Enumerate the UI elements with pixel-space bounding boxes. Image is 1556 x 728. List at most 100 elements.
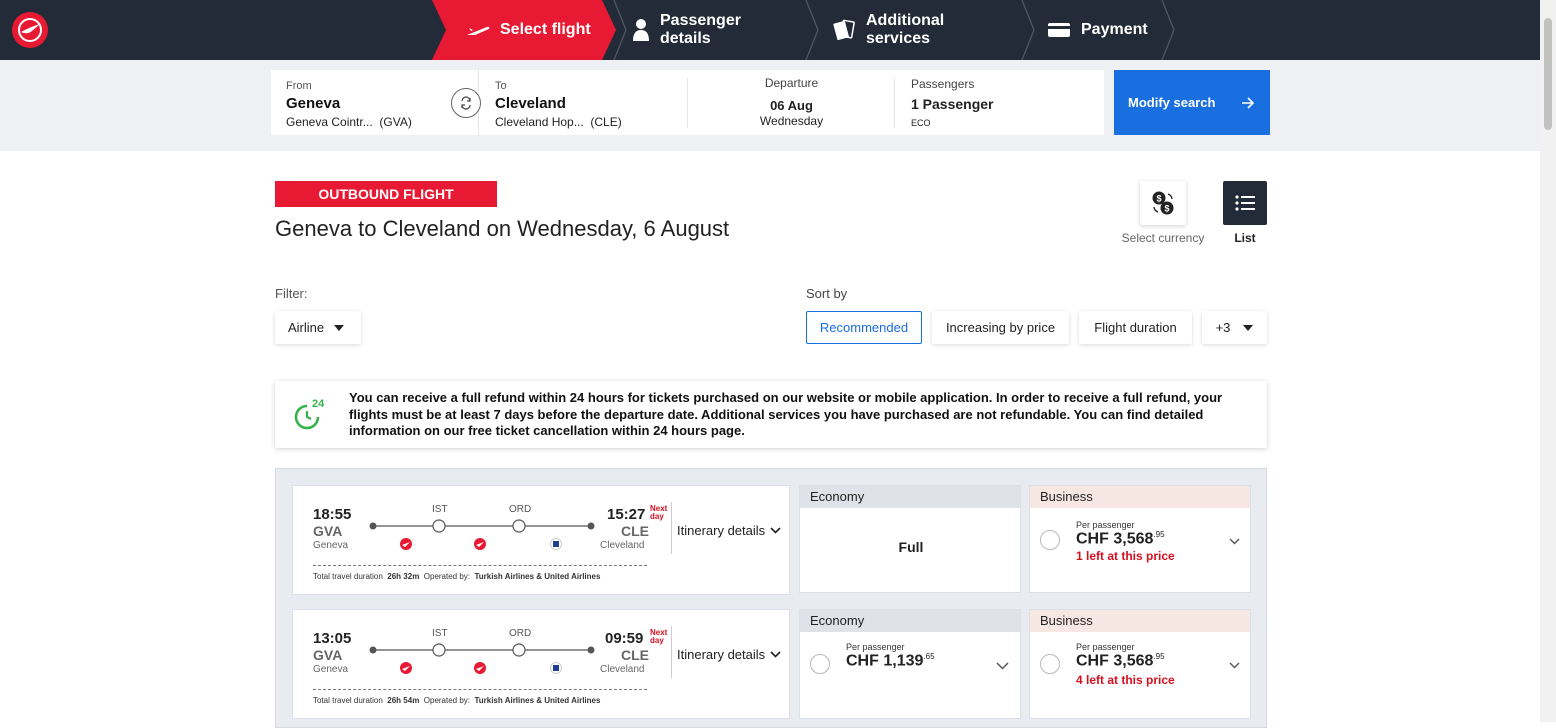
credit-card-icon bbox=[1047, 21, 1071, 39]
airline-filter-dropdown[interactable]: Airline bbox=[275, 311, 361, 344]
itinerary-details-label: Itinerary details bbox=[677, 647, 766, 662]
refund-notice-text: You can receive a full refund within 24 … bbox=[349, 390, 1223, 438]
select-currency-label: Select currency bbox=[1121, 231, 1205, 245]
fare-radio-button[interactable] bbox=[1040, 654, 1060, 674]
flight-summary-footer: Total travel duration 26h 32m Operated b… bbox=[313, 572, 601, 581]
per-passenger-label: Per passenger bbox=[1076, 642, 1135, 652]
refund-notice: 24 You can receive a full refund within … bbox=[275, 381, 1267, 448]
passengers-label: Passengers bbox=[911, 77, 975, 91]
arrow-right-icon bbox=[1242, 97, 1255, 109]
caret-down-icon bbox=[334, 324, 345, 331]
modify-search-label: Modify search bbox=[1128, 95, 1216, 110]
route-timeline bbox=[369, 519, 595, 550]
from-airport: Geneva Cointr... (GVA) bbox=[286, 115, 412, 129]
step-passenger-details[interactable]: Passenger details bbox=[632, 0, 741, 60]
step-select-flight[interactable]: Select flight bbox=[432, 0, 616, 60]
fare-price: CHF 3,568.95 bbox=[1076, 530, 1165, 548]
arrival-airport-code: CLE bbox=[621, 523, 649, 539]
sort-recommended-button[interactable]: Recommended bbox=[806, 311, 922, 344]
step-label: Passenger details bbox=[660, 12, 741, 47]
next-day-badge: Next day bbox=[650, 628, 668, 645]
scrollbar-thumb[interactable] bbox=[1544, 18, 1552, 130]
step-separator bbox=[613, 0, 627, 60]
sort-option-label: Recommended bbox=[819, 320, 909, 335]
arrival-city: Cleveland bbox=[600, 664, 645, 675]
caret-down-icon bbox=[1243, 324, 1254, 331]
fare-price: CHF 3,568.95 bbox=[1076, 652, 1165, 670]
step-label: Payment bbox=[1081, 21, 1148, 38]
flight-summary-footer: Total travel duration 26h 54m Operated b… bbox=[313, 696, 601, 705]
select-currency-button[interactable]: $ $ bbox=[1140, 181, 1186, 225]
swap-airports-button[interactable] bbox=[451, 88, 481, 118]
departure-city: Geneva bbox=[313, 540, 349, 551]
24-hour-refund-icon: 24 bbox=[291, 397, 327, 433]
step-payment[interactable]: Payment bbox=[1047, 0, 1148, 60]
itinerary-details-button[interactable]: Itinerary details bbox=[677, 523, 781, 538]
chevron-down-icon[interactable] bbox=[1229, 662, 1240, 669]
departure-city: Geneva bbox=[313, 664, 349, 675]
svg-text:$: $ bbox=[1156, 194, 1161, 204]
business-fare-card[interactable]: Business Per passenger CHF 3,568.95 4 le… bbox=[1029, 609, 1251, 719]
arrival-airport-code: CLE bbox=[621, 647, 649, 663]
departure-label: Departure bbox=[764, 76, 819, 90]
departure-time: 13:05 bbox=[313, 630, 352, 647]
chevron-down-icon[interactable] bbox=[1229, 538, 1240, 545]
step-label: Additional services bbox=[866, 12, 945, 47]
seats-left-label: 1 left at this price bbox=[1076, 549, 1175, 563]
next-day-badge: Next day bbox=[650, 504, 668, 521]
business-fare-card[interactable]: Business Per passenger CHF 3,568.95 1 le… bbox=[1029, 485, 1251, 593]
chevron-down-icon[interactable] bbox=[996, 662, 1009, 670]
sort-label: Sort by bbox=[806, 286, 848, 301]
to-city: Cleveland bbox=[495, 95, 566, 112]
itinerary-details-label: Itinerary details bbox=[677, 523, 766, 538]
list-view-button[interactable] bbox=[1223, 181, 1267, 225]
search-summary-box: From Geneva Geneva Cointr... (GVA) To Cl… bbox=[271, 70, 1104, 135]
chevron-down-icon bbox=[770, 651, 781, 658]
sort-duration-button[interactable]: Flight duration bbox=[1079, 311, 1192, 344]
person-icon bbox=[632, 18, 650, 42]
departure-airport-code: GVA bbox=[313, 523, 343, 539]
economy-fare-card[interactable]: Economy Per passenger CHF 1,139.65 bbox=[799, 609, 1021, 719]
modify-search-button[interactable]: Modify search bbox=[1114, 70, 1270, 135]
itinerary-details-button[interactable]: Itinerary details bbox=[677, 647, 781, 662]
refund-hours-badge: 24 bbox=[312, 398, 325, 410]
fare-radio-button[interactable] bbox=[810, 654, 830, 674]
departure-day: Wednesday bbox=[759, 114, 824, 128]
airline-logo-icon[interactable] bbox=[12, 12, 48, 48]
sort-option-label: Flight duration bbox=[1094, 320, 1177, 335]
fare-class-label: Business bbox=[1030, 486, 1250, 508]
departure-field[interactable]: Departure 06 Aug Wednesday bbox=[688, 70, 895, 135]
fare-class-label: Economy bbox=[800, 486, 1020, 508]
sort-price-button[interactable]: Increasing by price bbox=[932, 311, 1069, 344]
per-passenger-label: Per passenger bbox=[1076, 520, 1135, 530]
departure-time: 18:55 bbox=[313, 506, 352, 523]
passengers-field[interactable]: Passengers 1 Passenger ECO bbox=[895, 70, 1104, 135]
economy-fare-card: Economy Full bbox=[799, 485, 1021, 593]
stopover-airport: ORD bbox=[509, 504, 532, 515]
fare-radio-button[interactable] bbox=[1040, 530, 1060, 550]
list-view-label: List bbox=[1234, 231, 1256, 245]
sort-more-dropdown[interactable]: +3 bbox=[1202, 311, 1267, 344]
flight-card[interactable]: 13:05 GVA Geneva IST ORD 09:59 Next day … bbox=[292, 609, 790, 719]
departure-date: 06 Aug bbox=[770, 98, 813, 113]
stopover-airport: IST bbox=[432, 628, 448, 639]
to-airport: Cleveland Hop... (CLE) bbox=[495, 115, 622, 129]
plane-takeoff-icon bbox=[466, 22, 490, 38]
cabin-class: ECO bbox=[911, 118, 931, 128]
flight-results-list: 18:55 GVA Geneva IST ORD 15:27 Next day … bbox=[275, 468, 1267, 728]
arrival-city: Cleveland bbox=[600, 540, 645, 551]
step-separator bbox=[1161, 0, 1175, 60]
flight-card[interactable]: 18:55 GVA Geneva IST ORD 15:27 Next day … bbox=[292, 485, 790, 595]
stopover-airport: IST bbox=[432, 504, 448, 515]
sort-option-label: Increasing by price bbox=[945, 320, 1056, 335]
from-field[interactable]: From Geneva Geneva Cointr... (GVA) bbox=[271, 70, 479, 135]
filter-label: Filter: bbox=[275, 286, 308, 301]
fare-class-label: Business bbox=[1030, 610, 1250, 632]
step-separator bbox=[805, 0, 819, 60]
step-additional-services[interactable]: Additional services bbox=[832, 0, 944, 60]
passengers-count: 1 Passenger bbox=[911, 96, 994, 112]
route-timeline bbox=[369, 643, 595, 674]
list-icon bbox=[1235, 195, 1255, 211]
page-title: Geneva to Cleveland on Wednesday, 6 Augu… bbox=[275, 216, 730, 241]
to-field[interactable]: To Cleveland Cleveland Hop... (CLE) bbox=[480, 70, 688, 135]
